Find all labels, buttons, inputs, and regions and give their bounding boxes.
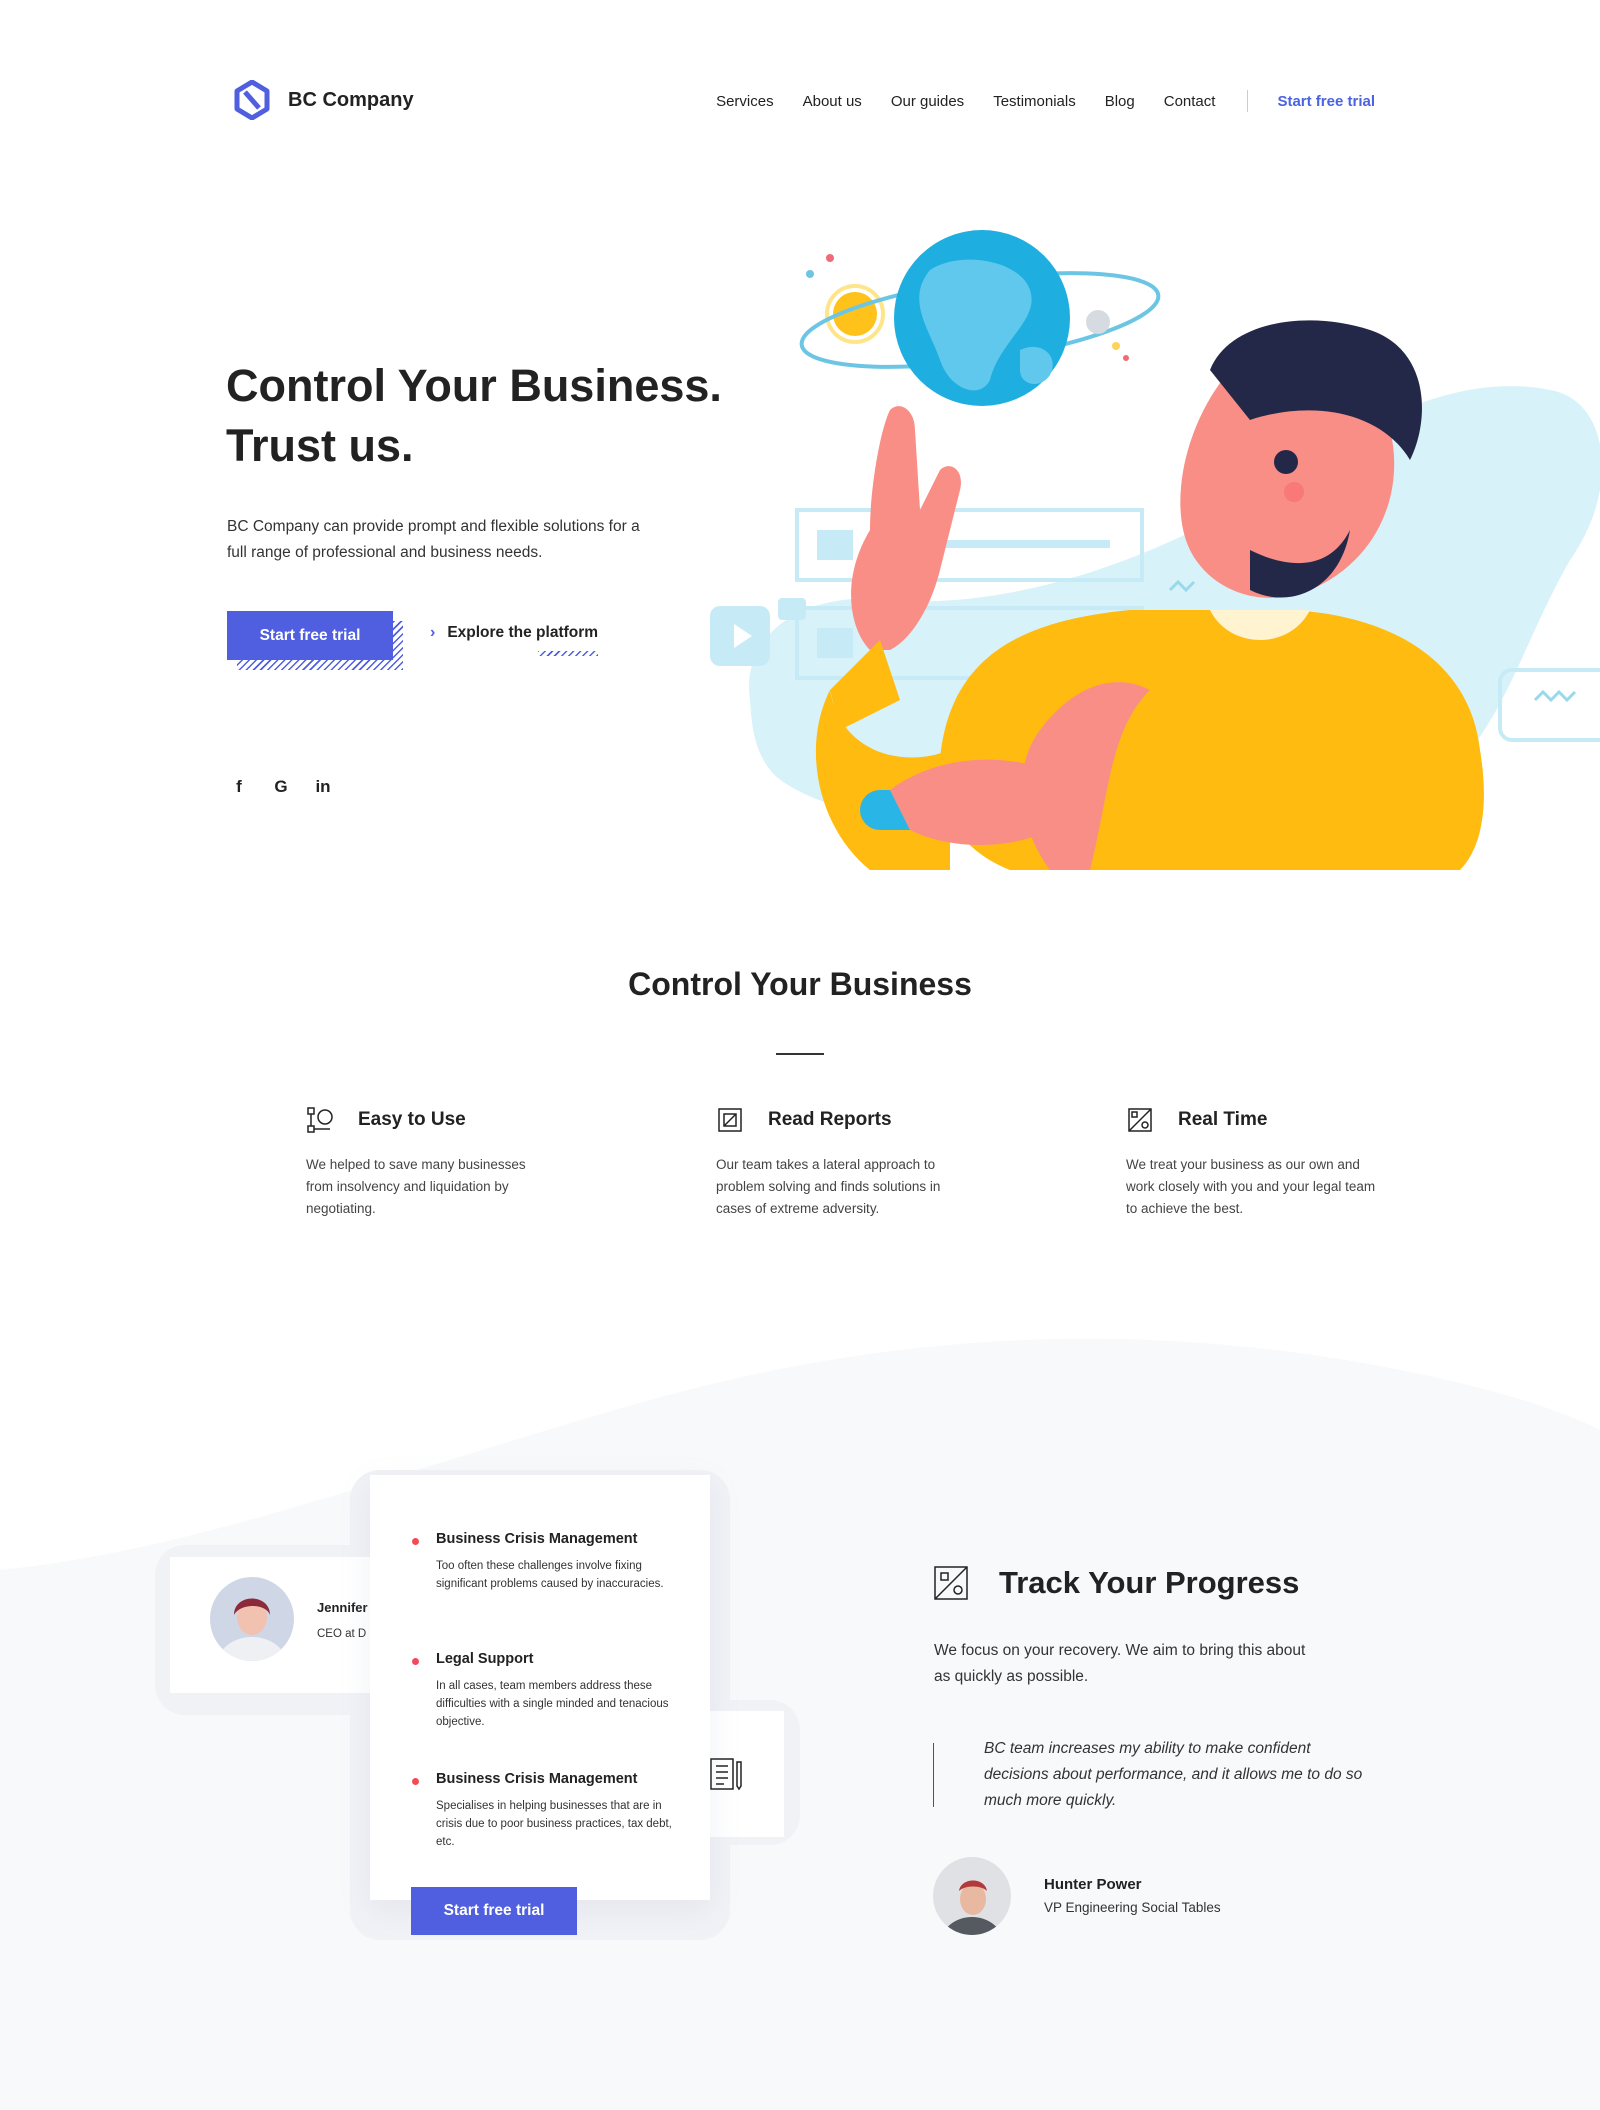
features-title: Control Your Business: [628, 966, 972, 1002]
feature-description: Our team takes a lateral approach to pro…: [716, 1157, 941, 1216]
list-item: Legal Support In all cases, team members…: [412, 1651, 676, 1731]
nav-testimonials[interactable]: Testimonials: [993, 93, 1076, 110]
quote-bar: [933, 1743, 934, 1807]
nav-our-guides[interactable]: Our guides: [891, 93, 964, 110]
explore-platform-label: Explore the platform: [447, 624, 599, 641]
brand-logo[interactable]: BC Company: [234, 80, 414, 120]
section-wave-background: [0, 1338, 1600, 2110]
feature-description: We treat your business as our own and wo…: [1126, 1157, 1376, 1216]
feature-title: Read Reports: [768, 1109, 892, 1130]
google-icon[interactable]: G: [273, 777, 289, 797]
hero-title-line1: Control Your Business.: [226, 360, 722, 411]
notes-edit-icon: [710, 1758, 742, 1791]
brand-name: BC Company: [288, 88, 414, 111]
social-links: f G in: [231, 777, 331, 797]
feature-easy-to-use: Easy to Use We helped to save many busin…: [306, 1106, 576, 1220]
notes-card: [700, 1711, 784, 1837]
features-divider: [776, 1053, 824, 1055]
bullet-dot: [412, 1538, 419, 1545]
realtime-icon: [1128, 1108, 1152, 1132]
list-item: Business Crisis Management Too often the…: [412, 1531, 676, 1593]
nav-contact[interactable]: Contact: [1164, 93, 1216, 110]
main-nav: Services About us Our guides Testimonial…: [716, 90, 1375, 112]
hero-title: Control Your Business. Trust us.: [226, 356, 722, 476]
bullet-dot: [412, 1658, 419, 1665]
bullet-dot: [412, 1778, 419, 1785]
feature-read-reports: Read Reports Our team takes a lateral ap…: [716, 1106, 986, 1220]
hero-illustration: [710, 230, 1600, 870]
testimonial-quote: BC team increases my ability to make con…: [984, 1740, 1363, 1809]
nav-divider: [1247, 90, 1249, 112]
report-icon: [718, 1108, 742, 1132]
track-title: Track Your Progress: [999, 1565, 1300, 1600]
list-item: Business Crisis Management Specialises i…: [412, 1771, 676, 1851]
avatar-jennifer: [210, 1577, 294, 1661]
realtime-icon: [934, 1566, 968, 1600]
nav-blog[interactable]: Blog: [1105, 93, 1135, 110]
feature-title: Easy to Use: [358, 1109, 466, 1130]
workflow-icon: [307, 1107, 333, 1133]
facebook-icon[interactable]: f: [231, 777, 247, 797]
linkedin-icon[interactable]: in: [315, 777, 331, 797]
person-role: CEO at D: [317, 1628, 367, 1640]
testimonial-author-role: VP Engineering Social Tables: [1044, 1900, 1221, 1915]
nav-about-us[interactable]: About us: [803, 93, 862, 110]
header: BC Company Services About us Our guides …: [0, 0, 1600, 200]
nav-services[interactable]: Services: [716, 93, 774, 110]
track-progress-heading: Track Your Progress: [933, 1565, 1299, 1601]
hero-start-trial-button[interactable]: Start free trial: [227, 611, 403, 670]
showcase-start-trial-button[interactable]: Start free trial: [411, 1887, 587, 1945]
chevron-right-icon: ›: [430, 624, 436, 641]
hero-title-line2: Trust us.: [226, 420, 414, 471]
explore-underline: [538, 651, 598, 656]
person-name: Jennifer: [317, 1600, 368, 1615]
track-description: We focus on your recovery. We aim to bri…: [934, 1642, 1306, 1685]
feature-title: Real Time: [1178, 1109, 1268, 1130]
avatar-hunter-power: [933, 1857, 1011, 1935]
testimonial-author-name: Hunter Power: [1044, 1876, 1142, 1893]
feature-description: We helped to save many businesses from i…: [306, 1157, 526, 1216]
hexagon-logo-icon: [234, 80, 270, 120]
explore-platform-link[interactable]: › Explore the platform: [430, 624, 598, 642]
nav-start-trial-link[interactable]: Start free trial: [1277, 93, 1375, 110]
hero-description: BC Company can provide prompt and flexib…: [227, 518, 640, 561]
feature-real-time: Real Time We treat your business as our …: [1126, 1106, 1396, 1220]
services-list-card: Business Crisis Management Too often the…: [370, 1475, 710, 1900]
